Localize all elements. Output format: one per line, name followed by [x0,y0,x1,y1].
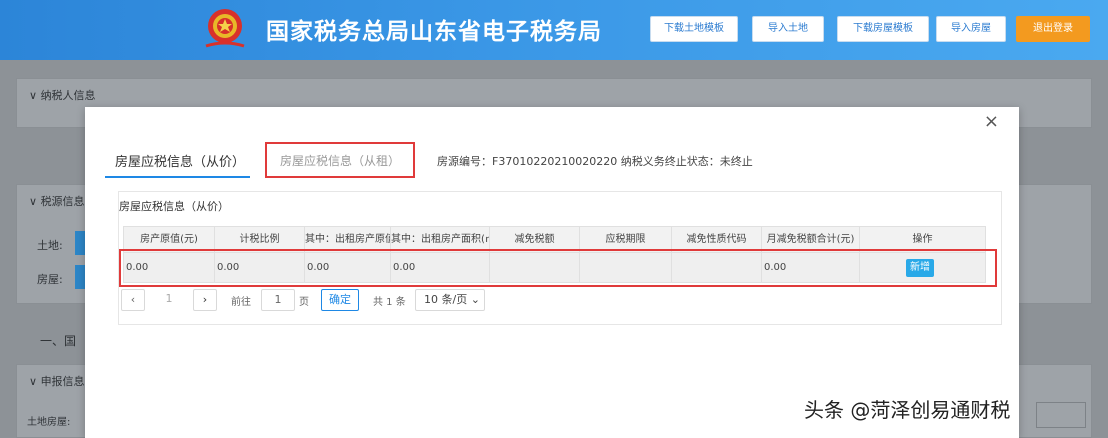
active-tab-underline [105,176,250,178]
taxpayer-info-title: ∨ 纳税人信息 [29,89,96,102]
land-blue-button[interactable] [75,231,85,255]
land-house-row-label: 土地房屋: [27,417,71,428]
row-highlight-box [119,249,997,287]
background-corner-button[interactable] [1036,402,1086,428]
tax-source-title: ∨ 税源信息 [29,195,85,208]
total-count: 共 1 条 [373,297,406,308]
confirm-page-button[interactable]: 确定 [321,289,359,311]
tab-house-value-based[interactable]: 房屋应税信息（从价） [115,151,245,170]
land-label: 土地: [37,239,63,252]
tab-house-rent-based[interactable]: 房屋应税信息（从租） [280,152,400,169]
goto-page-input[interactable]: 1 [261,289,295,311]
declaration-title: ∨ 申报信息 [29,375,85,388]
watermark-text: 头条 @菏泽创易通财税 [804,398,1011,422]
goto-label: 前往 [231,297,251,308]
import-land-button[interactable]: 导入土地 [752,16,824,42]
download-land-template-button[interactable]: 下载土地模板 [650,16,738,42]
prev-page-button[interactable]: ‹ [121,289,145,311]
page-unit-label: 页 [299,297,309,308]
import-house-button[interactable]: 导入房屋 [936,16,1006,42]
close-icon[interactable]: × [984,113,999,131]
card-title: 房屋应税信息（从价） [119,200,229,213]
download-house-template-button[interactable]: 下载房屋模板 [837,16,929,42]
house-blue-button[interactable] [75,265,85,289]
top-header: 国家税务总局山东省电子税务局 下载土地模板 导入土地 下载房屋模板 导入房屋 退… [0,0,1108,60]
next-page-button[interactable]: › [193,289,217,311]
section-one-heading: 一、国 [40,334,77,348]
national-emblem-icon [205,9,245,48]
current-page-number[interactable]: 1 [157,289,181,311]
page-size-select[interactable]: 10 条/页 ⌄ [415,289,485,311]
property-info-line: 房源编号：F37010220210020220 纳税义务终止状态：未终止 [437,155,753,168]
chevron-down-icon: ⌄ [470,293,480,306]
logout-button[interactable]: 退出登录 [1016,16,1090,42]
site-title: 国家税务总局山东省电子税务局 [266,19,602,45]
house-label: 房屋: [37,273,63,286]
house-tax-modal: × 房屋应税信息（从价） 房屋应税信息（从租） 房源编号：F3701022021… [85,107,1019,438]
